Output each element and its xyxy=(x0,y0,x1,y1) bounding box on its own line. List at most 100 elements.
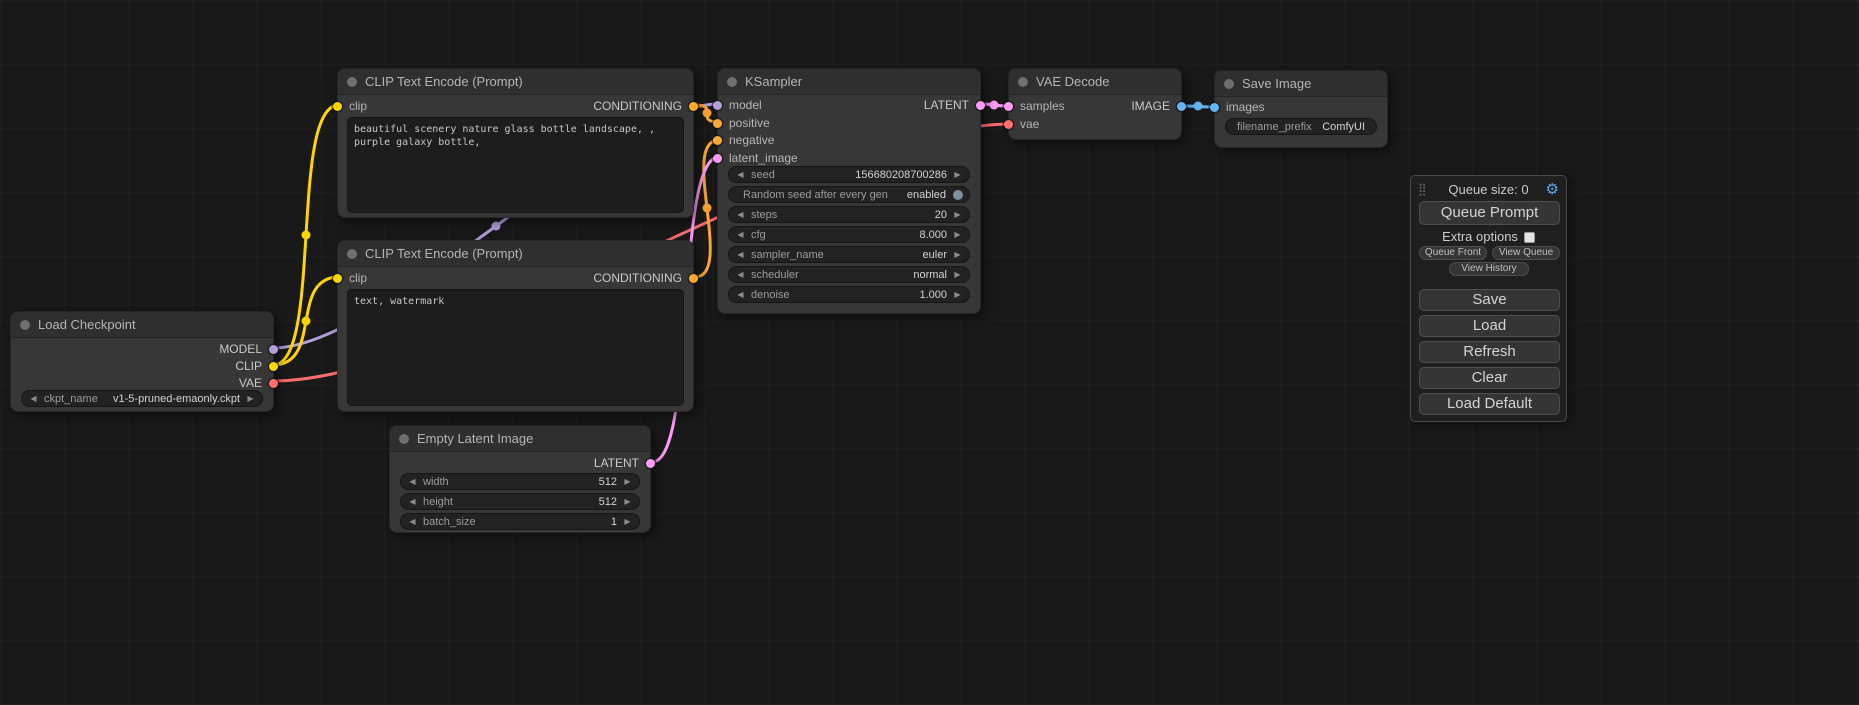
increment-icon[interactable]: ▶ xyxy=(245,391,256,406)
extra-options-checkbox[interactable] xyxy=(1524,232,1535,243)
input-slot-clip[interactable] xyxy=(333,274,342,283)
node-title-bar[interactable]: Save Image xyxy=(1215,71,1387,97)
widget-seed[interactable]: ◀ seed 156680208700286 ▶ xyxy=(728,166,970,183)
widget-filename-prefix[interactable]: filename_prefix ComfyUI xyxy=(1225,118,1377,135)
node-title-bar[interactable]: KSampler xyxy=(718,69,980,95)
decrement-icon[interactable]: ◀ xyxy=(407,474,418,489)
input-label-clip: clip xyxy=(349,270,367,287)
widget-height[interactable]: ◀ height 512 ▶ xyxy=(400,493,640,510)
increment-icon[interactable]: ▶ xyxy=(622,474,633,489)
increment-icon[interactable]: ▶ xyxy=(622,494,633,509)
node-empty-latent-image[interactable]: Empty Latent Image LATENT ◀ width 512 ▶ … xyxy=(389,425,651,533)
widget-sampler-name[interactable]: ◀ sampler_name euler ▶ xyxy=(728,246,970,263)
input-slot-positive[interactable] xyxy=(713,119,722,128)
graph-canvas[interactable]: { "colors": { "model_slot": "#B39DDB", "… xyxy=(0,0,1859,705)
load-default-button[interactable]: Load Default xyxy=(1419,393,1560,415)
widget-label: filename_prefix xyxy=(1232,121,1317,133)
increment-icon[interactable]: ▶ xyxy=(952,247,963,262)
decrement-icon[interactable]: ◀ xyxy=(735,267,746,282)
node-title-bar[interactable]: CLIP Text Encode (Prompt) xyxy=(338,69,693,95)
node-title-bar[interactable]: VAE Decode xyxy=(1009,69,1181,95)
output-slot-model[interactable] xyxy=(269,345,278,354)
widget-batch-size[interactable]: ◀ batch_size 1 ▶ xyxy=(400,513,640,530)
widget-value: ComfyUI xyxy=(1317,121,1370,133)
widget-random-seed[interactable]: Random seed after every gen enabled xyxy=(728,186,970,203)
node-title-bar[interactable]: Load Checkpoint xyxy=(11,312,273,338)
node-ksampler[interactable]: KSampler model LATENT positive negative … xyxy=(717,68,981,314)
node-title: VAE Decode xyxy=(1036,74,1109,89)
decrement-icon[interactable]: ◀ xyxy=(735,227,746,242)
input-slot-images[interactable] xyxy=(1210,103,1219,112)
node-clip-text-encode-negative[interactable]: CLIP Text Encode (Prompt) clip CONDITION… xyxy=(337,240,694,412)
clear-button[interactable]: Clear xyxy=(1419,367,1560,389)
node-save-image[interactable]: Save Image images filename_prefix ComfyU… xyxy=(1214,70,1388,148)
output-slot-clip[interactable] xyxy=(269,362,278,371)
widget-steps[interactable]: ◀ steps 20 ▶ xyxy=(728,206,970,223)
widget-cfg[interactable]: ◀ cfg 8.000 ▶ xyxy=(728,226,970,243)
input-slot-negative[interactable] xyxy=(713,136,722,145)
output-slot-conditioning[interactable] xyxy=(689,274,698,283)
negative-prompt-textarea[interactable]: text, watermark xyxy=(347,289,684,406)
output-slot-latent[interactable] xyxy=(646,459,655,468)
link-midpoint-dot xyxy=(990,101,999,110)
increment-icon[interactable]: ▶ xyxy=(952,167,963,182)
collapse-dot[interactable] xyxy=(399,434,409,444)
gear-icon[interactable]: ⚙ xyxy=(1546,181,1559,199)
decrement-icon[interactable]: ◀ xyxy=(735,207,746,222)
decrement-icon[interactable]: ◀ xyxy=(407,494,418,509)
refresh-button[interactable]: Refresh xyxy=(1419,341,1560,363)
increment-icon[interactable]: ▶ xyxy=(952,207,963,222)
increment-icon[interactable]: ▶ xyxy=(622,514,633,529)
collapse-dot[interactable] xyxy=(1018,77,1028,87)
extra-options-label: Extra options xyxy=(1442,229,1518,244)
toggle-indicator[interactable] xyxy=(953,190,963,200)
queue-size-label: Queue size: 0 xyxy=(1411,181,1566,199)
increment-icon[interactable]: ▶ xyxy=(952,267,963,282)
view-history-button[interactable]: View History xyxy=(1449,262,1529,276)
view-queue-button[interactable]: View Queue xyxy=(1492,246,1560,260)
collapse-dot[interactable] xyxy=(1224,79,1234,89)
input-slot-samples[interactable] xyxy=(1004,102,1013,111)
node-clip-text-encode-positive[interactable]: CLIP Text Encode (Prompt) clip CONDITION… xyxy=(337,68,694,218)
input-slot-model[interactable] xyxy=(713,101,722,110)
decrement-icon[interactable]: ◀ xyxy=(407,514,418,529)
save-button[interactable]: Save xyxy=(1419,289,1560,311)
decrement-icon[interactable]: ◀ xyxy=(735,287,746,302)
decrement-icon[interactable]: ◀ xyxy=(735,247,746,262)
node-vae-decode[interactable]: VAE Decode samples IMAGE vae xyxy=(1008,68,1182,140)
widget-label: width xyxy=(418,476,454,488)
widget-label: denoise xyxy=(746,289,795,301)
load-button[interactable]: Load xyxy=(1419,315,1560,337)
widget-denoise[interactable]: ◀ denoise 1.000 ▶ xyxy=(728,286,970,303)
collapse-dot[interactable] xyxy=(347,77,357,87)
widget-value: v1-5-pruned-emaonly.ckpt xyxy=(103,393,245,405)
output-slot-vae[interactable] xyxy=(269,379,278,388)
node-load-checkpoint[interactable]: Load Checkpoint MODEL CLIP VAE ◀ ckpt_na… xyxy=(10,311,274,412)
output-slot-latent[interactable] xyxy=(976,101,985,110)
queue-prompt-button[interactable]: Queue Prompt xyxy=(1419,201,1560,225)
link-midpoint-dot xyxy=(703,204,712,213)
output-slot-image[interactable] xyxy=(1177,102,1186,111)
widget-label: steps xyxy=(746,209,782,221)
widget-width[interactable]: ◀ width 512 ▶ xyxy=(400,473,640,490)
node-title-bar[interactable]: Empty Latent Image xyxy=(390,426,650,452)
widget-scheduler[interactable]: ◀ scheduler normal ▶ xyxy=(728,266,970,283)
node-title-bar[interactable]: CLIP Text Encode (Prompt) xyxy=(338,241,693,267)
collapse-dot[interactable] xyxy=(727,77,737,87)
output-slot-conditioning[interactable] xyxy=(689,102,698,111)
positive-prompt-textarea[interactable]: beautiful scenery nature glass bottle la… xyxy=(347,117,684,213)
decrement-icon[interactable]: ◀ xyxy=(735,167,746,182)
widget-ckpt-name[interactable]: ◀ ckpt_name v1-5-pruned-emaonly.ckpt ▶ xyxy=(21,390,263,407)
collapse-dot[interactable] xyxy=(20,320,30,330)
input-slot-latent-image[interactable] xyxy=(713,154,722,163)
collapse-dot[interactable] xyxy=(347,249,357,259)
output-label-latent: LATENT xyxy=(924,97,969,114)
decrement-icon[interactable]: ◀ xyxy=(28,391,39,406)
widget-value: 512 xyxy=(458,496,622,508)
queue-front-button[interactable]: Queue Front xyxy=(1419,246,1487,260)
increment-icon[interactable]: ▶ xyxy=(952,287,963,302)
input-slot-clip[interactable] xyxy=(333,102,342,111)
increment-icon[interactable]: ▶ xyxy=(952,227,963,242)
input-slot-vae[interactable] xyxy=(1004,120,1013,129)
node-title: CLIP Text Encode (Prompt) xyxy=(365,74,523,89)
